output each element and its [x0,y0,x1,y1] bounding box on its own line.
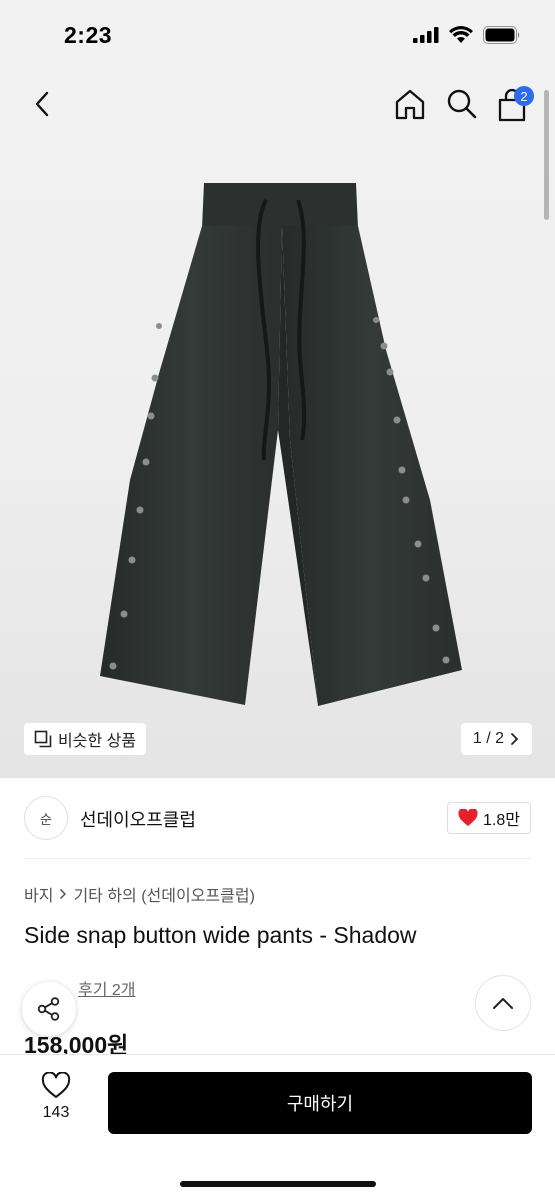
scrollbar[interactable] [544,90,549,220]
cart-button[interactable]: 2 [494,86,534,126]
heart-outline-icon [41,1072,71,1098]
status-time: 2:23 [64,22,113,48]
home-button[interactable] [392,86,428,122]
chevron-right-icon [511,733,519,745]
search-icon [447,89,477,119]
chevron-left-icon [35,91,49,117]
home-indicator [180,1181,376,1187]
brand-like-count: 1.8만 [483,812,520,829]
similar-products-button[interactable]: 비슷한 상품 [24,723,147,755]
copy-icon [34,730,52,748]
scroll-top-button[interactable] [475,975,531,1031]
cellular-signal-icon [413,27,439,43]
image-pager[interactable]: 1 / 2 [460,723,532,755]
breadcrumb: 바지 기타 하의 (선데이오프클럽) [24,882,255,906]
status-icons [413,26,521,44]
similar-products-label: 비슷한 상품 [58,733,137,750]
share-button[interactable] [22,982,76,1036]
battery-icon [483,26,520,44]
product-title: Side snap button wide pants - Shadow [24,922,417,948]
wishlist-button[interactable]: 143 [30,1072,82,1132]
buy-button[interactable]: 구매하기 [108,1072,532,1134]
chevron-right-icon [60,888,67,900]
image-pager-label: 1 / 2 [472,730,504,747]
breadcrumb-category[interactable]: 바지 [24,882,53,906]
cart-count-badge: 2 [514,86,534,106]
share-icon [37,997,60,1021]
search-button[interactable] [444,86,480,122]
heart-filled-icon [458,809,478,826]
chevron-up-icon [493,998,513,1009]
brand-like-button[interactable]: 1.8만 [447,802,531,834]
brand-logo[interactable]: 순 [24,796,68,840]
back-button[interactable] [24,86,60,122]
brand-name[interactable]: 선데이오프클럽 [80,806,196,832]
home-icon [395,89,425,120]
brand-logo-text: 순 [40,811,52,827]
wifi-icon [449,26,473,43]
divider [24,858,531,859]
breadcrumb-subcategory[interactable]: 기타 하의 (선데이오프클럽) [73,882,254,906]
wishlist-count: 143 [42,1104,70,1121]
review-link[interactable]: 후기 2개 [78,976,136,1000]
product-image-area[interactable]: 2:23 2 비슷한 상품 1 / 2 [0,0,555,778]
